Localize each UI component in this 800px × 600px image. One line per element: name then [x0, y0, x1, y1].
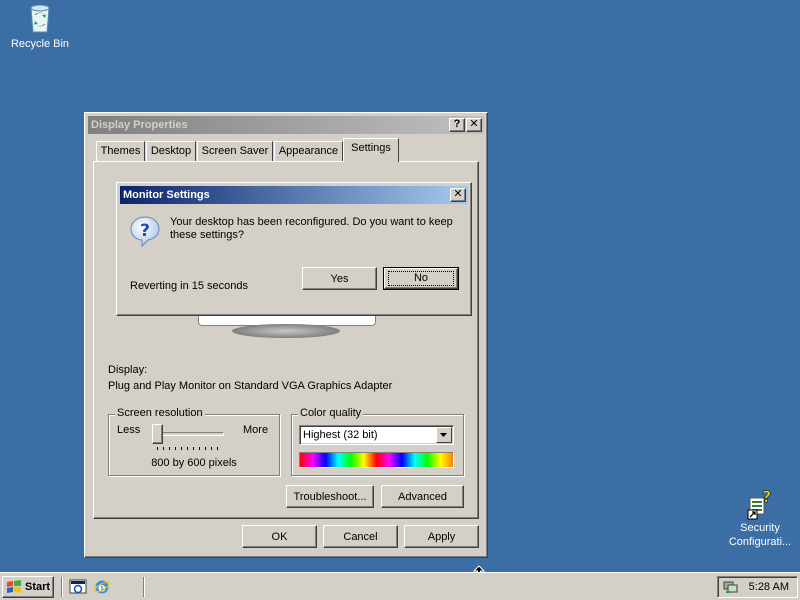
- no-button[interactable]: No: [383, 267, 459, 290]
- display-properties-title: Display Properties: [91, 119, 188, 131]
- show-desktop-icon[interactable]: [69, 578, 87, 596]
- taskbar-separator: [61, 577, 63, 597]
- help-button[interactable]: ?: [449, 118, 465, 132]
- windows-logo-icon: [7, 580, 21, 593]
- svg-text:?: ?: [762, 488, 771, 506]
- tab-settings[interactable]: Settings: [343, 138, 399, 162]
- monitor-preview-stand: [232, 324, 340, 338]
- tab-appearance[interactable]: Appearance: [274, 141, 343, 161]
- resolution-slider-thumb[interactable]: [152, 424, 163, 444]
- security-configuration-icon: ?: [747, 488, 772, 520]
- tab-themes[interactable]: Themes: [96, 141, 145, 161]
- recycle-bin-icon: [30, 4, 50, 33]
- resolution-slider-track: [154, 432, 224, 436]
- svg-text:?: ?: [140, 221, 150, 241]
- color-quality-value: Highest (32 bit): [303, 429, 378, 441]
- no-button-focus: No: [388, 271, 454, 286]
- recycle-bin-desktop-icon[interactable]: Recycle Bin: [0, 2, 80, 51]
- monitor-settings-title: Monitor Settings: [123, 189, 210, 201]
- ok-button[interactable]: OK: [242, 525, 317, 548]
- security-configuration-label-1: Security: [740, 522, 780, 534]
- troubleshoot-button[interactable]: Troubleshoot...: [286, 485, 374, 508]
- monitor-settings-titlebar[interactable]: Monitor Settings ✕: [120, 186, 468, 204]
- security-configuration-desktop-icon[interactable]: ? Security Configurati...: [720, 488, 800, 549]
- security-configuration-label-2: Configurati...: [728, 536, 792, 548]
- display-properties-titlebar[interactable]: Display Properties ? ✕: [88, 116, 484, 134]
- yes-button[interactable]: Yes: [302, 267, 377, 290]
- apply-button[interactable]: Apply: [404, 525, 479, 548]
- monitor-settings-close-button[interactable]: ✕: [450, 188, 466, 202]
- start-button[interactable]: Start: [2, 576, 54, 598]
- taskbar: Start e 5:28 AM: [0, 572, 800, 600]
- chevron-down-icon: [440, 433, 447, 437]
- reverting-countdown: Reverting in 15 seconds: [130, 280, 249, 292]
- color-spectrum-bar: [299, 452, 454, 468]
- display-label: Display:: [108, 364, 148, 376]
- internet-explorer-icon[interactable]: e: [93, 578, 111, 596]
- tab-desktop[interactable]: Desktop: [146, 141, 196, 161]
- close-button[interactable]: ✕: [466, 118, 482, 132]
- network-tray-icon[interactable]: [722, 579, 738, 595]
- tab-screen-saver[interactable]: Screen Saver: [197, 141, 273, 161]
- color-quality-select[interactable]: Highest (32 bit): [299, 425, 454, 445]
- system-tray: 5:28 AM: [717, 576, 798, 598]
- clock[interactable]: 5:28 AM: [749, 581, 789, 593]
- display-value: Plug and Play Monitor on Standard VGA Gr…: [108, 380, 393, 392]
- more-label: More: [243, 424, 269, 436]
- color-quality-title: Color quality: [298, 407, 364, 419]
- monitor-settings-message: Your desktop has been reconfigured. Do y…: [170, 216, 453, 241]
- advanced-button[interactable]: Advanced: [381, 485, 464, 508]
- resolution-value: 800 by 600 pixels: [151, 457, 237, 469]
- quicklaunch-separator: [143, 577, 145, 597]
- recycle-bin-label: Recycle Bin: [10, 38, 70, 50]
- monitor-settings-dialog: Monitor Settings ✕ ? Your desktop has be…: [116, 182, 472, 316]
- start-label: Start: [25, 581, 51, 593]
- screen-resolution-title: Screen resolution: [115, 407, 205, 419]
- cancel-button[interactable]: Cancel: [323, 525, 398, 548]
- resolution-slider-ticks: [157, 447, 223, 450]
- question-icon: ?: [130, 216, 160, 248]
- less-label: Less: [117, 424, 141, 436]
- dropdown-arrow-button[interactable]: [436, 427, 452, 443]
